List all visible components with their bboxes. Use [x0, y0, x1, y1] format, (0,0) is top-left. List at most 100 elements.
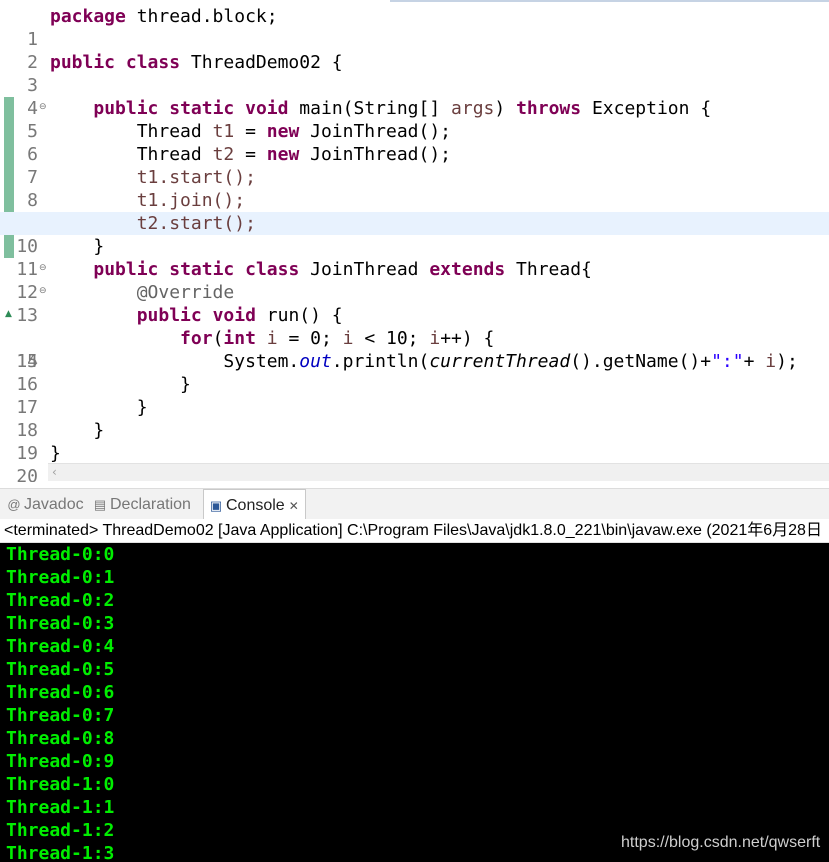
- view-tab-bar: @ Javadoc ▤ Declaration ▣ Console ✕: [0, 488, 829, 520]
- code-line-15[interactable]: 15 for(int i = 0; i < 10; i++) {: [0, 327, 829, 372]
- output-line: Thread-0:8: [6, 728, 115, 749]
- code-text: .println(: [331, 351, 430, 372]
- console-status-line: <terminated> ThreadDemo02 [Java Applicat…: [0, 519, 829, 543]
- override-triangle-icon[interactable]: ▲: [5, 304, 12, 324]
- tab-javadoc[interactable]: @ Javadoc: [6, 489, 84, 520]
- code-text: ().getName()+: [570, 351, 712, 372]
- fold-minus-icon[interactable]: ⊖: [39, 258, 47, 278]
- horizontal-scrollbar[interactable]: ‹: [48, 463, 829, 481]
- keyword: for: [180, 328, 213, 349]
- local-variable: t1: [212, 121, 235, 142]
- code-line-16[interactable]: 16 System.out.println(currentThread().ge…: [0, 350, 829, 395]
- code-text: ++) {: [440, 328, 495, 349]
- code-text: main(String[]: [288, 98, 452, 119]
- code-text: < 10;: [353, 328, 430, 349]
- code-text: +: [743, 351, 766, 372]
- javadoc-icon: @: [7, 497, 21, 512]
- keyword: public: [93, 98, 159, 119]
- code-line-9[interactable]: 9 t1.join();: [0, 189, 829, 234]
- keyword: static: [169, 98, 235, 119]
- console-output[interactable]: Thread-0:0 Thread-0:1 Thread-0:2 Thread-…: [0, 543, 829, 862]
- keyword: throws: [516, 98, 582, 119]
- code-line-1[interactable]: 1 package thread.block;: [0, 5, 829, 50]
- output-line: Thread-0:7: [6, 705, 115, 726]
- code-line-8[interactable]: 8 t1.start();: [0, 166, 829, 211]
- chevron-left-icon[interactable]: ‹: [52, 464, 57, 481]
- output-line: Thread-0:6: [6, 682, 115, 703]
- code-text: JoinThread: [299, 259, 430, 280]
- keyword: package: [50, 6, 126, 27]
- code-line-3[interactable]: 3 public class ThreadDemo02 {: [0, 51, 829, 96]
- tab-label: Javadoc: [24, 496, 84, 513]
- code-text: t1.start();: [50, 167, 256, 188]
- keyword: class: [125, 52, 181, 73]
- code-line-20[interactable]: 20 }: [0, 442, 829, 482]
- code-line-14[interactable]: ▲ 14 public void run() {: [0, 304, 829, 372]
- code-line-11[interactable]: 11 }: [0, 235, 829, 280]
- code-line-4[interactable]: 4: [0, 74, 829, 119]
- code-line-19[interactable]: 19 }: [0, 419, 829, 464]
- code-text: run() {: [255, 305, 343, 326]
- code-text: );: [776, 351, 798, 372]
- code-line-7[interactable]: 7 Thread t2 = new JoinThread();: [0, 143, 829, 188]
- keyword: public: [50, 52, 116, 73]
- code-text: thread.block;: [125, 6, 278, 27]
- code-text: Thread: [50, 144, 213, 165]
- code-editor[interactable]: 1 package thread.block; 2 3 public class…: [0, 0, 829, 482]
- editor-top-border: [390, 0, 829, 2]
- tab-declaration[interactable]: ▤ Declaration: [92, 489, 191, 520]
- code-text: }: [50, 443, 61, 464]
- code-line-5[interactable]: 5 ⊖ public static void main(String[] arg…: [0, 97, 829, 142]
- local-variable: i: [765, 351, 777, 372]
- keyword: new: [266, 121, 300, 142]
- keyword: static: [169, 259, 235, 280]
- close-icon[interactable]: ✕: [289, 499, 299, 513]
- keyword: void: [212, 305, 256, 326]
- output-line: Thread-1:3: [6, 843, 115, 862]
- local-variable: i: [266, 328, 278, 349]
- output-line: Thread-0:1: [6, 567, 115, 588]
- output-line: Thread-1:1: [6, 797, 115, 818]
- keyword: void: [245, 98, 289, 119]
- code-line-13[interactable]: 13 ⊖ @Override: [0, 281, 829, 326]
- code-line-10-current[interactable]: 10 t2.start();: [0, 212, 829, 257]
- tab-label: Declaration: [110, 496, 191, 513]
- code-line-18[interactable]: 18 }: [0, 396, 829, 441]
- output-line: Thread-1:2: [6, 820, 115, 841]
- declaration-icon: ▤: [93, 497, 107, 512]
- output-line: Thread-0:0: [6, 544, 115, 565]
- code-text: }: [50, 420, 105, 441]
- code-text: Thread: [50, 121, 213, 142]
- tab-console[interactable]: ▣ Console ✕: [203, 489, 306, 520]
- code-text: =: [234, 144, 267, 165]
- static-method: currentThread: [429, 351, 571, 372]
- tab-label: Console: [226, 497, 285, 514]
- code-text: ThreadDemo02 {: [180, 52, 343, 73]
- code-text: = 0;: [277, 328, 343, 349]
- fold-minus-icon[interactable]: ⊖: [39, 97, 47, 117]
- local-variable: t2: [212, 144, 235, 165]
- code-text: t2.start();: [50, 213, 256, 234]
- code-text: JoinThread();: [299, 144, 451, 165]
- code-line-6[interactable]: 6 Thread t1 = new JoinThread();: [0, 120, 829, 165]
- code-text: =: [234, 121, 267, 142]
- code-line-2[interactable]: 2: [0, 28, 829, 73]
- output-line: Thread-0:3: [6, 613, 115, 634]
- fold-minus-icon[interactable]: ⊖: [39, 281, 47, 301]
- code-line-17[interactable]: 17 }: [0, 373, 829, 418]
- output-line: Thread-1:0: [6, 774, 115, 795]
- code-line-12[interactable]: 12 ⊖ public static class JoinThread exte…: [0, 258, 829, 303]
- code-text: }: [50, 374, 191, 395]
- keyword: public: [93, 259, 159, 280]
- code-text: Exception {: [581, 98, 712, 119]
